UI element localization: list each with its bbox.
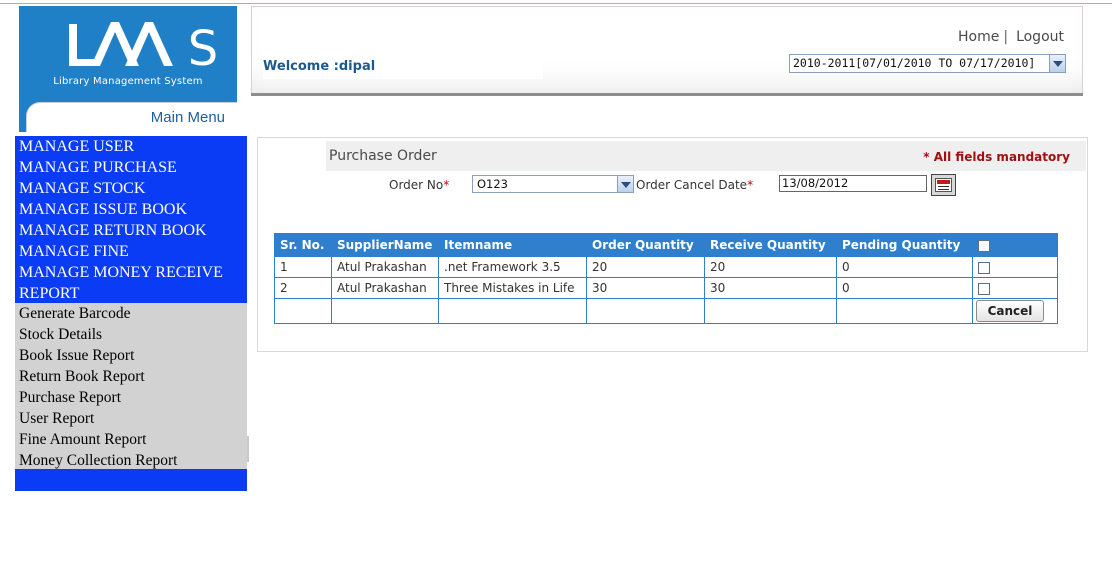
sidebar-item-manage-return-book[interactable]: MANAGE RETURN BOOK	[19, 220, 207, 241]
sidebar-report-section: Generate Barcode Stock Details Book Issu…	[15, 303, 247, 469]
order-no-required-mark: *	[443, 178, 450, 192]
header-bottom-rule	[251, 93, 1083, 96]
col-sr-no: Sr. No.	[274, 233, 332, 257]
cell-select	[972, 256, 1058, 278]
cancel-button[interactable]: Cancel	[976, 300, 1044, 322]
nav-separator: |	[1003, 29, 1009, 45]
empty-cell	[331, 298, 439, 324]
cancel-date-label-text: Order Cancel Date	[636, 178, 748, 192]
cell-item-name: Three Mistakes in Life	[438, 277, 587, 299]
sidebar-item-generate-barcode[interactable]: Generate Barcode	[19, 303, 130, 324]
cell-supplier-name: Atul Prakashan	[331, 277, 439, 299]
top-border-line	[0, 3, 1112, 4]
row-checkbox[interactable]	[978, 261, 990, 274]
empty-cell	[274, 298, 332, 324]
sidebar-item-return-book-report[interactable]: Return Book Report	[19, 366, 145, 387]
sidebar-edge	[247, 436, 249, 462]
calendar-icon[interactable]	[931, 174, 956, 196]
sidebar-item-user-report[interactable]: User Report	[19, 408, 94, 429]
sidebar-item-purchase-report[interactable]: Purchase Report	[19, 387, 121, 408]
cancel-date-input[interactable]: 13/08/2012	[779, 175, 927, 192]
order-no-label: Order No*	[389, 178, 449, 192]
empty-cell	[704, 298, 837, 324]
cancel-date-required-mark: *	[747, 178, 754, 192]
sidebar-item-report[interactable]: REPORT	[19, 283, 79, 304]
cell-select	[972, 277, 1058, 299]
sidebar-item-manage-issue-book[interactable]: MANAGE ISSUE BOOK	[19, 199, 187, 220]
laas-logo-mark: S	[69, 21, 218, 76]
sidebar-footer	[15, 469, 247, 491]
cell-pending-quantity: 0	[836, 277, 973, 299]
table-header-row: Sr. No. SupplierName Itemname Order Quan…	[274, 233, 1058, 257]
row-checkbox[interactable]	[978, 282, 990, 295]
col-order-quantity: Order Quantity	[586, 233, 705, 257]
col-supplier-name: SupplierName	[331, 233, 439, 257]
cell-pending-quantity: 0	[836, 256, 973, 278]
sidebar-item-manage-purchase[interactable]: MANAGE PURCHASE	[19, 157, 177, 178]
order-no-label-text: Order No	[389, 178, 444, 192]
table-row: 2 Atul Prakashan Three Mistakes in Life …	[274, 277, 1058, 299]
page-title: Purchase Order	[329, 148, 437, 164]
session-select[interactable]: 2010-2011[07/01/2010 TO 07/17/2010]	[789, 54, 1066, 73]
purchase-order-panel: Purchase Order * All fields mandatory Or…	[257, 137, 1088, 352]
col-item-name: Itemname	[438, 233, 587, 257]
sidebar-manage-section: MANAGE USER MANAGE PURCHASE MANAGE STOCK…	[15, 136, 247, 303]
top-nav: Home | Logout	[958, 29, 1064, 45]
cancel-date-label: Order Cancel Date*	[636, 178, 753, 192]
cell-supplier-name: Atul Prakashan	[331, 256, 439, 278]
main-menu-label: Main Menu	[150, 109, 225, 126]
cell-order-quantity: 20	[586, 256, 705, 278]
chevron-down-icon[interactable]	[1049, 55, 1065, 72]
col-receive-quantity: Receive Quantity	[704, 233, 837, 257]
mandatory-note: * All fields mandatory	[923, 150, 1070, 164]
page-header: Home | Logout Welcome :dipal 2010-2011[07/…	[251, 6, 1083, 94]
sidebar-item-manage-stock[interactable]: MANAGE STOCK	[19, 178, 145, 199]
empty-cell	[438, 298, 587, 324]
panel-header-spacer	[261, 141, 326, 171]
empty-cell	[586, 298, 705, 324]
sidebar-item-manage-money-receive[interactable]: MANAGE MONEY RECEIVE	[19, 262, 223, 283]
sidebar-item-manage-fine[interactable]: MANAGE FINE	[19, 241, 129, 262]
cell-receive-quantity: 20	[704, 256, 837, 278]
logo-letter-s: S	[188, 21, 218, 76]
sidebar-item-stock-details[interactable]: Stock Details	[19, 324, 102, 345]
cell-sr-no: 2	[274, 277, 332, 299]
order-no-value: O123	[477, 177, 509, 191]
welcome-text: Welcome :dipal	[263, 59, 543, 79]
cell-cancel: Cancel	[972, 298, 1058, 324]
main-menu-header: Main Menu	[19, 102, 237, 132]
col-select-all	[972, 233, 1058, 257]
home-link[interactable]: Home	[958, 29, 999, 45]
cell-receive-quantity: 30	[704, 277, 837, 299]
empty-cell	[836, 298, 973, 324]
session-select-value: 2010-2011[07/01/2010 TO 07/17/2010]	[793, 56, 1036, 70]
col-pending-quantity: Pending Quantity	[836, 233, 973, 257]
sidebar-item-fine-amount-report[interactable]: Fine Amount Report	[19, 429, 146, 450]
order-items-table: Sr. No. SupplierName Itemname Order Quan…	[274, 233, 1058, 324]
sidebar-item-manage-user[interactable]: MANAGE USER	[19, 136, 134, 157]
sidebar-item-money-collection-report[interactable]: Money Collection Report	[19, 450, 177, 471]
cell-order-quantity: 30	[586, 277, 705, 299]
calendar-icon-face	[935, 178, 952, 192]
sidebar: MANAGE USER MANAGE PURCHASE MANAGE STOCK…	[15, 136, 247, 491]
logo-tagline: Library Management System	[53, 76, 203, 87]
sidebar-item-book-issue-report[interactable]: Book Issue Report	[19, 345, 134, 366]
main-menu-tab: Main Menu	[26, 102, 237, 132]
panel-header: Purchase Order * All fields mandatory	[261, 141, 1086, 171]
logout-link[interactable]: Logout	[1016, 29, 1064, 45]
table-row: 1 Atul Prakashan .net Framework 3.5 20 2…	[274, 256, 1058, 278]
cell-item-name: .net Framework 3.5	[438, 256, 587, 278]
order-no-select[interactable]: O123	[472, 175, 634, 193]
cell-sr-no: 1	[274, 256, 332, 278]
table-footer-row: Cancel	[274, 298, 1058, 324]
select-all-checkbox[interactable]	[978, 239, 990, 252]
chevron-down-icon[interactable]	[617, 176, 633, 192]
laas-logo: S Library Management System	[19, 6, 237, 102]
